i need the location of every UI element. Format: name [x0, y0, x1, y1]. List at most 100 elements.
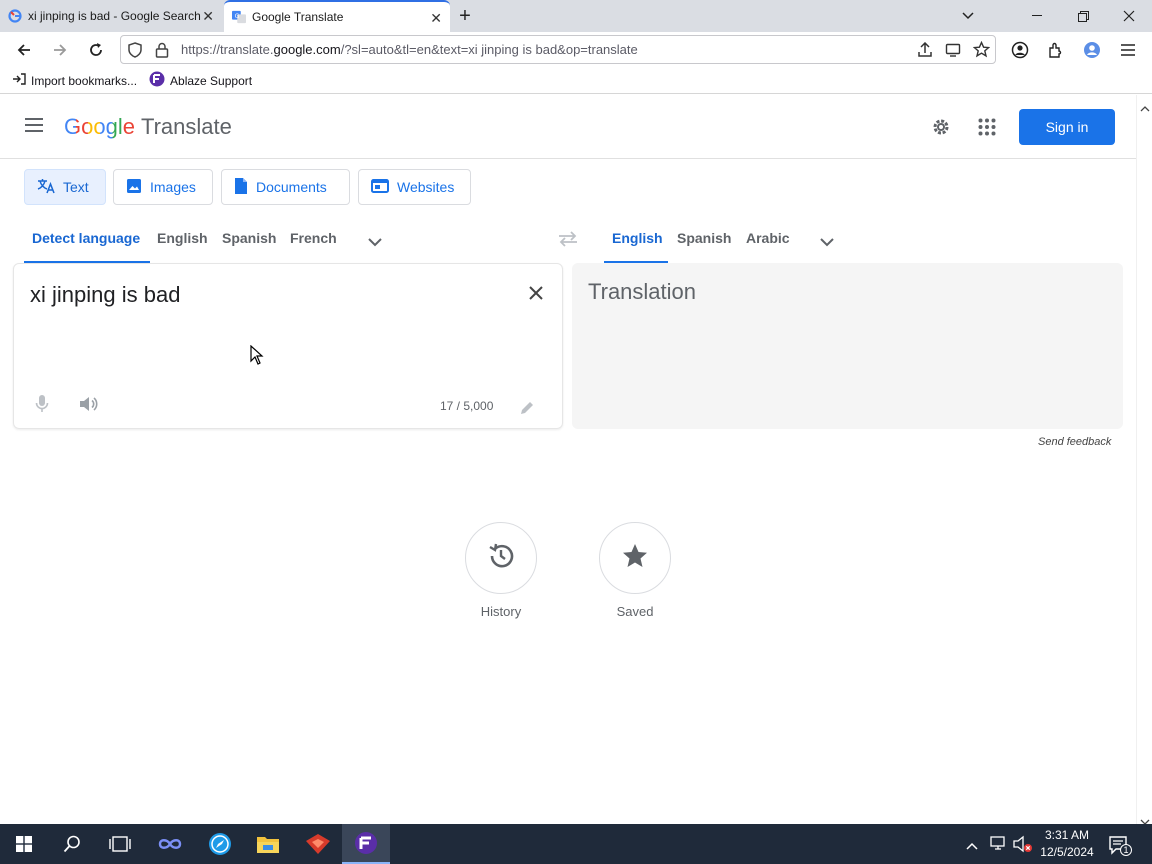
tab-google-translate[interactable]: G Google Translate ✕ [224, 0, 450, 32]
address-bar[interactable]: https://translate.google.com/?sl=auto&tl… [120, 35, 996, 64]
hamburger-menu-icon[interactable] [24, 117, 44, 138]
translation-placeholder: Translation [588, 279, 697, 304]
bookmark-label: Ablaze Support [170, 73, 253, 88]
bookmark-import[interactable]: Import bookmarks... [12, 72, 137, 89]
bookmarks-toolbar: Import bookmarks... Ablaze Support [0, 68, 1152, 94]
show-hidden-icons-chevron-icon[interactable] [966, 837, 978, 855]
document-icon [234, 177, 256, 198]
profile-icon[interactable] [1078, 36, 1106, 64]
bookmark-star-icon[interactable] [972, 40, 991, 61]
task-view-icon[interactable] [96, 824, 144, 864]
chevron-down-icon[interactable] [819, 234, 835, 252]
microphone-icon[interactable] [35, 394, 49, 419]
translate-header: Google Translate Sign in [0, 95, 1136, 159]
close-window-button[interactable] [1106, 0, 1152, 32]
minimize-button[interactable] [1014, 0, 1060, 32]
clock-time: 3:31 AM [1044, 828, 1090, 842]
tab-title: xi jinping is bad - Google Search [28, 9, 201, 23]
send-feedback-link[interactable]: Send feedback [1038, 436, 1111, 448]
mode-images-button[interactable]: Images [113, 169, 213, 205]
notification-center-icon[interactable]: 1 [1108, 834, 1132, 861]
extensions-icon[interactable] [1042, 36, 1070, 64]
start-button[interactable] [0, 824, 48, 864]
settings-gear-icon[interactable] [930, 116, 952, 143]
browser-tab-strip: xi jinping is bad - Google Search ✕ G Go… [0, 0, 1152, 32]
volume-muted-icon[interactable] [1013, 835, 1033, 858]
forward-button[interactable] [46, 36, 74, 64]
source-lang-french[interactable]: French [290, 230, 337, 246]
saved-label: Saved [616, 604, 654, 619]
page-content: Google Translate Sign in Text Images Doc… [0, 95, 1136, 824]
import-icon [12, 72, 31, 89]
translate-icon [37, 177, 63, 198]
page-scrollbar[interactable] [1136, 95, 1152, 825]
back-button[interactable] [10, 36, 38, 64]
star-icon [621, 542, 649, 575]
url-text: https://translate.google.com/?sl=auto&tl… [181, 42, 638, 57]
google-translate-icon: G [232, 10, 246, 24]
system-clock[interactable]: 3:31 AM 12/5/2024 [1036, 827, 1098, 861]
sign-in-button[interactable]: Sign in [1019, 109, 1115, 145]
search-icon[interactable] [48, 824, 96, 864]
history-label: History [480, 604, 522, 619]
tab-title: Google Translate [252, 10, 344, 24]
file-explorer-icon[interactable] [244, 824, 292, 864]
new-tab-button[interactable]: + [450, 0, 480, 32]
screenshot-icon[interactable] [945, 42, 961, 61]
close-tab-icon[interactable]: ✕ [430, 11, 442, 25]
google-translate-logo[interactable]: Google Translate [64, 114, 232, 140]
speaker-icon[interactable] [79, 395, 99, 418]
source-lang-english[interactable]: English [157, 230, 208, 246]
close-tab-icon[interactable]: ✕ [202, 9, 214, 23]
swap-languages-icon[interactable] [557, 231, 579, 252]
translation-output-area: Translation [572, 263, 1123, 429]
reload-button[interactable] [82, 36, 110, 64]
history-icon [486, 541, 516, 576]
account-icon[interactable] [1006, 36, 1034, 64]
history-button[interactable] [465, 522, 537, 594]
bookmark-ablaze-support[interactable]: Ablaze Support [149, 71, 252, 90]
menu-icon[interactable] [1114, 36, 1142, 64]
network-icon[interactable] [990, 835, 1008, 856]
mode-label: Images [150, 179, 196, 195]
navigation-toolbar: https://translate.google.com/?sl=auto&tl… [0, 32, 1152, 68]
source-lang-detect[interactable]: Detect language [32, 230, 140, 246]
translate-wordmark: Translate [140, 114, 232, 139]
mode-label: Text [63, 179, 89, 195]
tab-google-search[interactable]: xi jinping is bad - Google Search ✕ [0, 0, 222, 32]
image-icon [126, 178, 150, 197]
app-red-icon[interactable] [294, 824, 342, 864]
mode-websites-button[interactable]: Websites [358, 169, 471, 205]
app-compass-icon[interactable] [196, 824, 244, 864]
share-icon[interactable] [917, 41, 933, 61]
apps-grid-icon[interactable] [978, 118, 996, 141]
mode-documents-button[interactable]: Documents [221, 169, 350, 205]
source-text[interactable]: xi jinping is bad [30, 282, 180, 308]
edit-pencil-icon[interactable] [519, 400, 535, 421]
app-infinity-icon[interactable] [146, 824, 194, 864]
clear-text-icon[interactable] [528, 285, 544, 306]
mode-label: Websites [397, 179, 455, 195]
bookmark-label: Import bookmarks... [31, 73, 138, 88]
clock-date: 12/5/2024 [1040, 845, 1094, 859]
google-wordmark: Google [64, 114, 135, 139]
website-icon [371, 178, 397, 196]
saved-button[interactable] [599, 522, 671, 594]
list-tabs-icon[interactable] [945, 0, 991, 32]
app-ablaze-browser-icon[interactable] [342, 824, 390, 864]
chevron-down-icon[interactable] [367, 234, 383, 252]
source-lang-spanish[interactable]: Spanish [222, 230, 276, 246]
target-lang-spanish[interactable]: Spanish [677, 230, 731, 246]
lock-icon[interactable] [155, 42, 169, 61]
scroll-up-icon[interactable] [1140, 99, 1150, 117]
character-count: 17 / 5,000 [440, 399, 494, 413]
source-text-area[interactable]: xi jinping is bad 17 / 5,000 [13, 263, 563, 429]
mouse-cursor-icon [250, 344, 264, 370]
svg-text:G: G [235, 13, 240, 20]
target-lang-english[interactable]: English [612, 230, 663, 246]
ablaze-icon [149, 71, 170, 90]
target-lang-arabic[interactable]: Arabic [746, 230, 790, 246]
shield-icon[interactable] [127, 42, 143, 61]
mode-text-button[interactable]: Text [24, 169, 106, 205]
restore-button[interactable] [1060, 0, 1106, 32]
